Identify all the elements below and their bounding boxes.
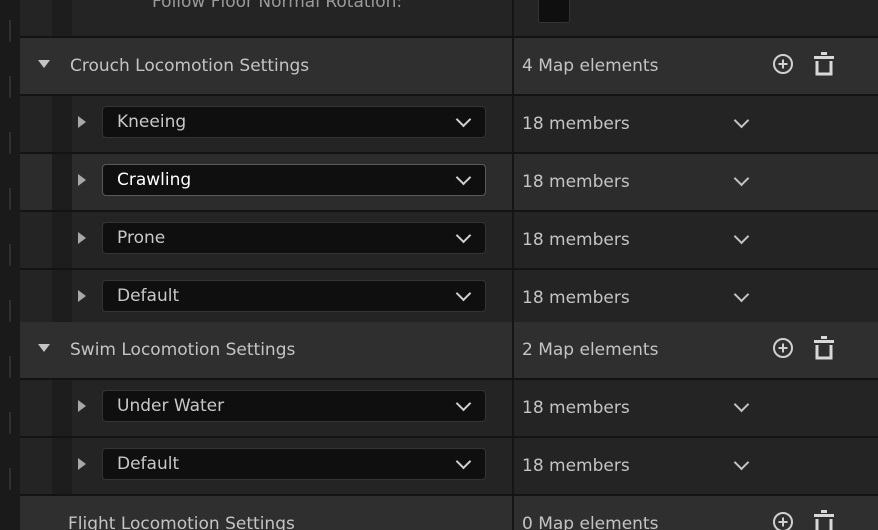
dropdown-value: Crawling	[117, 170, 192, 190]
row-indent	[52, 0, 72, 36]
left-gutter	[0, 0, 20, 530]
expand-triangle-icon[interactable]	[78, 116, 86, 128]
collapse-triangle-icon[interactable]	[38, 60, 50, 68]
category-swim-locomotion[interactable]: Swim Locomotion Settings 2 Map elements	[20, 322, 878, 378]
map-entry-row: Default 18 members	[20, 438, 878, 494]
members-count: 18 members	[522, 288, 630, 308]
chevron-down-icon[interactable]	[733, 170, 750, 187]
map-key-dropdown[interactable]: Default	[102, 448, 486, 480]
gutter-mark	[9, 468, 11, 490]
dropdown-value: Default	[117, 286, 180, 306]
category-title: Flight Locomotion Settings	[68, 514, 295, 530]
column-divider	[512, 38, 514, 94]
dropdown-value: Kneeing	[117, 112, 187, 132]
chevron-down-icon	[455, 285, 472, 302]
map-entry-row: Under Water 18 members	[20, 380, 878, 436]
row-indent	[52, 212, 72, 268]
chevron-down-icon	[455, 169, 472, 186]
members-count: 18 members	[522, 230, 630, 250]
row-indent	[52, 438, 72, 494]
column-divider	[512, 270, 514, 326]
dropdown-value: Prone	[117, 228, 166, 248]
chevron-down-icon	[455, 395, 472, 412]
expand-triangle-icon[interactable]	[78, 458, 86, 470]
trash-icon[interactable]	[812, 509, 836, 530]
chevron-down-icon	[455, 453, 472, 470]
dropdown-value: Under Water	[117, 396, 225, 416]
map-key-dropdown[interactable]: Crawling	[102, 164, 486, 196]
dropdown-value: Default	[117, 454, 180, 474]
column-divider	[512, 322, 514, 378]
category-title: Swim Locomotion Settings	[70, 340, 296, 360]
expand-triangle-icon[interactable]	[78, 174, 86, 186]
map-key-dropdown[interactable]: Default	[102, 280, 486, 312]
row-indent	[52, 380, 72, 436]
gutter-mark	[9, 20, 11, 42]
map-entry-row: Default 18 members	[20, 270, 878, 326]
follow-floor-normal-label: Follow Floor Normal Rotation:	[152, 0, 403, 12]
chevron-down-icon	[455, 111, 472, 128]
follow-floor-normal-checkbox[interactable]	[538, 0, 570, 23]
gutter-mark	[9, 300, 11, 322]
plus-circle-icon[interactable]	[772, 337, 794, 359]
gutter-mark	[9, 412, 11, 434]
map-key-dropdown[interactable]: Under Water	[102, 390, 486, 422]
expand-triangle-icon[interactable]	[78, 232, 86, 244]
map-key-dropdown[interactable]: Prone	[102, 222, 486, 254]
map-key-dropdown[interactable]: Kneeing	[102, 106, 486, 138]
map-element-count: 4 Map elements	[522, 56, 659, 76]
trash-icon[interactable]	[812, 335, 836, 361]
details-panel: Follow Floor Normal Rotation: Crouch Loc…	[0, 0, 878, 530]
category-title: Crouch Locomotion Settings	[70, 56, 310, 76]
chevron-down-icon[interactable]	[733, 454, 750, 471]
map-entry-row: Kneeing 18 members	[20, 96, 878, 152]
row-indent	[52, 96, 72, 152]
column-divider	[512, 438, 514, 494]
column-divider	[512, 0, 514, 36]
map-element-count: 2 Map elements	[522, 340, 659, 360]
chevron-down-icon[interactable]	[733, 396, 750, 413]
chevron-down-icon	[455, 227, 472, 244]
map-entry-row: Crawling 18 members	[20, 154, 878, 210]
row-indent	[52, 270, 72, 326]
category-crouch-locomotion[interactable]: Crouch Locomotion Settings 4 Map element…	[20, 38, 878, 94]
chevron-down-icon[interactable]	[733, 112, 750, 129]
plus-circle-icon[interactable]	[772, 511, 794, 530]
follow-floor-normal-row: Follow Floor Normal Rotation:	[20, 0, 878, 36]
row-indent	[52, 154, 72, 210]
column-divider	[512, 212, 514, 268]
chevron-down-icon[interactable]	[733, 228, 750, 245]
column-divider	[512, 96, 514, 152]
members-count: 18 members	[522, 114, 630, 134]
category-flight-locomotion[interactable]: Flight Locomotion Settings 0 Map element…	[20, 496, 878, 530]
gutter-mark	[9, 188, 11, 210]
plus-circle-icon[interactable]	[772, 53, 794, 75]
collapse-triangle-icon[interactable]	[38, 344, 50, 352]
trash-icon[interactable]	[812, 51, 836, 77]
gutter-mark	[9, 244, 11, 266]
gutter-mark	[9, 132, 11, 154]
members-count: 18 members	[522, 398, 630, 418]
expand-triangle-icon[interactable]	[78, 400, 86, 412]
column-divider	[512, 154, 514, 210]
gutter-mark	[9, 76, 11, 98]
gutter-mark	[9, 356, 11, 378]
members-count: 18 members	[522, 172, 630, 192]
members-count: 18 members	[522, 456, 630, 476]
chevron-down-icon[interactable]	[733, 286, 750, 303]
map-entry-row: Prone 18 members	[20, 212, 878, 268]
map-element-count: 0 Map elements	[522, 514, 659, 530]
expand-triangle-icon[interactable]	[78, 290, 86, 302]
column-divider	[512, 380, 514, 436]
column-divider	[512, 496, 514, 530]
